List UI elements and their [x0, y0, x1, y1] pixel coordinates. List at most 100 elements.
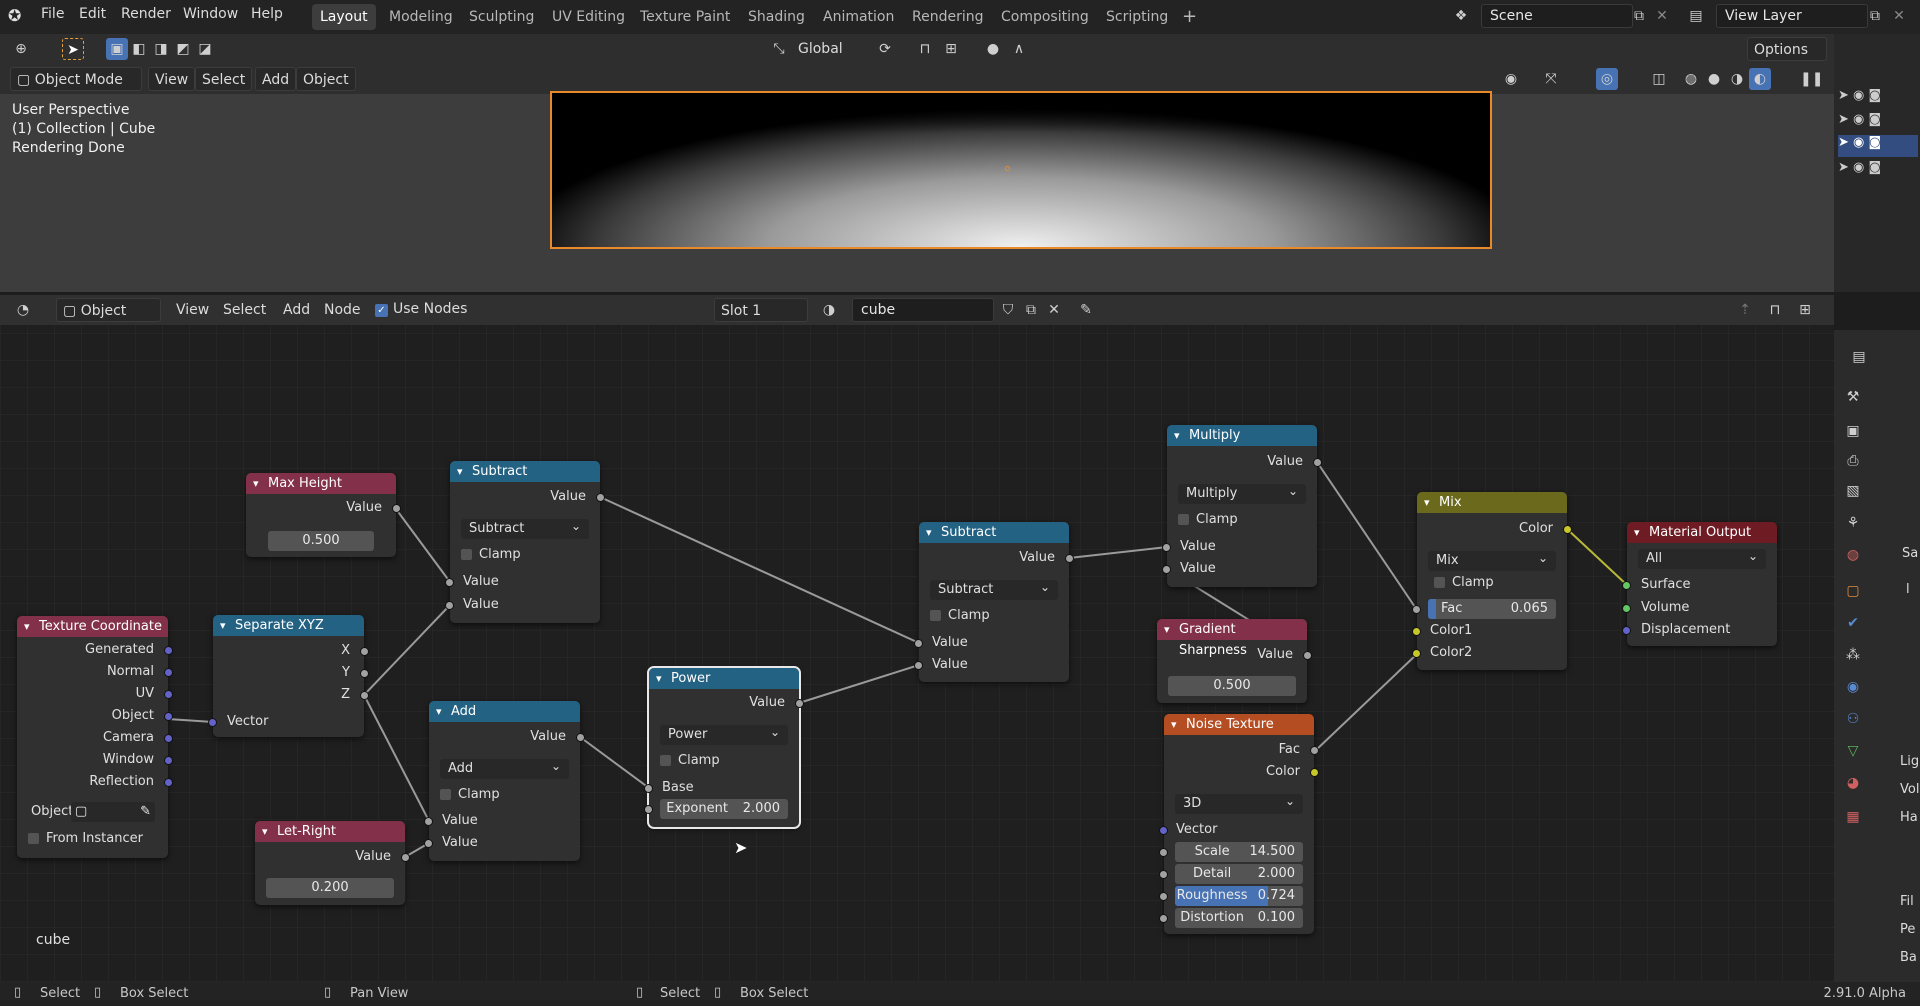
transform-orientation-dropdown[interactable]: Global: [792, 37, 849, 61]
new-material-icon[interactable]: ⧉: [1020, 299, 1042, 321]
exponent-field[interactable]: Exponent 2.000: [660, 799, 788, 819]
fac-field[interactable]: Fac 0.065: [1428, 599, 1556, 619]
clamp-checkbox[interactable]: Clamp: [930, 607, 990, 625]
menu-render[interactable]: Render: [121, 6, 171, 22]
snap-target-icon[interactable]: ⊞: [940, 38, 962, 60]
socket-reflection[interactable]: [164, 778, 173, 787]
new-scene-icon[interactable]: ⧉: [1628, 5, 1650, 27]
world-tab-icon[interactable]: ◍: [1842, 544, 1864, 566]
operation-dropdown[interactable]: Subtract: [461, 516, 589, 539]
node-header[interactable]: Separate XYZ: [213, 615, 364, 636]
node-menu-node[interactable]: Node: [318, 298, 367, 322]
input-socket-2[interactable]: [914, 661, 923, 670]
modifier-tab-icon[interactable]: ✔: [1842, 612, 1864, 634]
socket-color-out[interactable]: [1563, 525, 1572, 534]
menu-file[interactable]: File: [41, 6, 64, 22]
roughness-field[interactable]: Roughness 0.724: [1175, 886, 1303, 906]
close-scene-icon[interactable]: ✕: [1651, 5, 1673, 27]
clamp-checkbox[interactable]: Clamp: [1434, 574, 1494, 592]
object-picker-field[interactable]: ▢ ✎: [71, 802, 155, 822]
socket-window[interactable]: [164, 756, 173, 765]
node-header[interactable]: Add: [429, 701, 580, 722]
socket-vector[interactable]: [208, 718, 217, 727]
tab-modeling[interactable]: Modeling: [381, 4, 461, 30]
node-multiply[interactable]: Multiply Value Multiply Clamp Value Valu…: [1162, 425, 1322, 587]
node-gradient-sharpness[interactable]: Gradient Sharpness Value 0.500: [1157, 619, 1312, 703]
material-name-field[interactable]: cube: [852, 298, 994, 322]
gizmo-icon[interactable]: ⤧: [1540, 68, 1562, 90]
object-mode-dropdown[interactable]: ▢ Object Mode: [10, 67, 142, 91]
input-socket-2[interactable]: [424, 839, 433, 848]
socket-uv[interactable]: [164, 690, 173, 699]
shader-type-dropdown[interactable]: ▢ Object: [56, 298, 161, 322]
output-tab-icon[interactable]: ⎙: [1842, 450, 1864, 472]
node-header[interactable]: Multiply: [1167, 425, 1317, 446]
viewport-menu-view[interactable]: View: [148, 67, 196, 91]
object-tab-icon[interactable]: ▢: [1842, 580, 1864, 602]
tab-compositing[interactable]: Compositing: [993, 4, 1097, 30]
dimensions-dropdown[interactable]: 3D: [1175, 791, 1303, 814]
socket-generated[interactable]: [164, 646, 173, 655]
scene-icon[interactable]: ❖: [1450, 5, 1472, 27]
parent-node-tree-icon[interactable]: ⇡: [1734, 299, 1756, 321]
material-tab-icon[interactable]: ◕: [1842, 772, 1864, 794]
node-subtract-1[interactable]: Subtract Value Subtract Clamp Value Valu…: [445, 461, 605, 623]
menu-edit[interactable]: Edit: [79, 6, 106, 22]
snap-icon[interactable]: ⊓: [914, 38, 936, 60]
socket-vector[interactable]: [1159, 826, 1168, 835]
editor-type-icon[interactable]: ⊕: [10, 38, 32, 60]
options-dropdown[interactable]: Options: [1747, 37, 1827, 61]
node-header[interactable]: Max Height: [246, 473, 396, 494]
tab-uv-editing[interactable]: UV Editing: [544, 4, 633, 30]
node-max-height[interactable]: Max Height Value 0.500: [246, 473, 401, 557]
output-socket[interactable]: [795, 699, 804, 708]
socket-fac[interactable]: [1412, 605, 1421, 614]
tab-layout[interactable]: Layout: [312, 4, 376, 30]
socket-volume[interactable]: [1622, 604, 1631, 613]
3d-viewport[interactable]: ⊕ ➤ ▣ ◧ ◨ ◩ ◪ ⤡ Global ⟳ ⊓ ⊞ ● ∧ Options…: [0, 34, 1920, 292]
node-snap-target-icon[interactable]: ⊞: [1794, 299, 1816, 321]
node-header[interactable]: Texture Coordinate: [17, 616, 168, 637]
input-socket-2[interactable]: [1162, 565, 1171, 574]
node-snap-icon[interactable]: ⊓: [1764, 299, 1786, 321]
output-socket[interactable]: [1065, 554, 1074, 563]
output-socket[interactable]: [596, 493, 605, 502]
tab-scripting[interactable]: Scripting: [1098, 4, 1176, 30]
falloff-icon[interactable]: ∧: [1008, 38, 1030, 60]
output-socket[interactable]: [1313, 458, 1322, 467]
select-tool-icon[interactable]: ➤: [62, 38, 84, 60]
socket-color2[interactable]: [1412, 649, 1421, 658]
view-layer-icon[interactable]: ▤: [1685, 5, 1707, 27]
new-view-layer-icon[interactable]: ⧉: [1864, 5, 1886, 27]
particles-tab-icon[interactable]: ⁂: [1842, 644, 1864, 666]
clamp-checkbox[interactable]: Clamp: [440, 786, 500, 804]
socket-roughness[interactable]: [1159, 892, 1168, 901]
node-editor-type-icon[interactable]: ◔: [12, 299, 34, 321]
value-field[interactable]: 0.500: [1168, 676, 1296, 696]
node-noise-texture[interactable]: Noise Texture Fac Color 3D Vector Scale …: [1159, 714, 1319, 934]
socket-displacement[interactable]: [1622, 626, 1631, 635]
render-tab-icon[interactable]: ▣: [1842, 420, 1864, 442]
socket-color[interactable]: [1310, 768, 1319, 777]
input-socket-2[interactable]: [445, 601, 454, 610]
outliner-row-1[interactable]: ➤ ◉ ◙: [1838, 88, 1918, 108]
socket-exponent[interactable]: [644, 805, 653, 814]
node-header[interactable]: Subtract: [919, 522, 1069, 543]
node-header[interactable]: Material Output: [1627, 522, 1777, 543]
shading-solid-icon[interactable]: ●: [1703, 68, 1725, 90]
output-socket[interactable]: [401, 853, 410, 862]
viewport-menu-object[interactable]: Object: [296, 67, 356, 91]
node-menu-select[interactable]: Select: [217, 298, 272, 322]
node-separate-xyz[interactable]: Separate XYZ X Y Z Vector: [208, 615, 369, 737]
socket-y[interactable]: [360, 669, 369, 678]
output-socket[interactable]: [1303, 651, 1312, 660]
socket-detail[interactable]: [1159, 870, 1168, 879]
socket-object[interactable]: [164, 712, 173, 721]
node-mix[interactable]: Mix Color Mix Clamp Fac 0.065 Color1 Col…: [1412, 492, 1572, 670]
physics-tab-icon[interactable]: ◉: [1842, 676, 1864, 698]
node-header[interactable]: Let-Right: [255, 821, 405, 842]
proportional-edit-icon[interactable]: ●: [982, 38, 1004, 60]
tab-rendering[interactable]: Rendering: [904, 4, 992, 30]
node-header[interactable]: Power: [649, 668, 799, 689]
blender-logo-icon[interactable]: ✪: [8, 6, 21, 25]
